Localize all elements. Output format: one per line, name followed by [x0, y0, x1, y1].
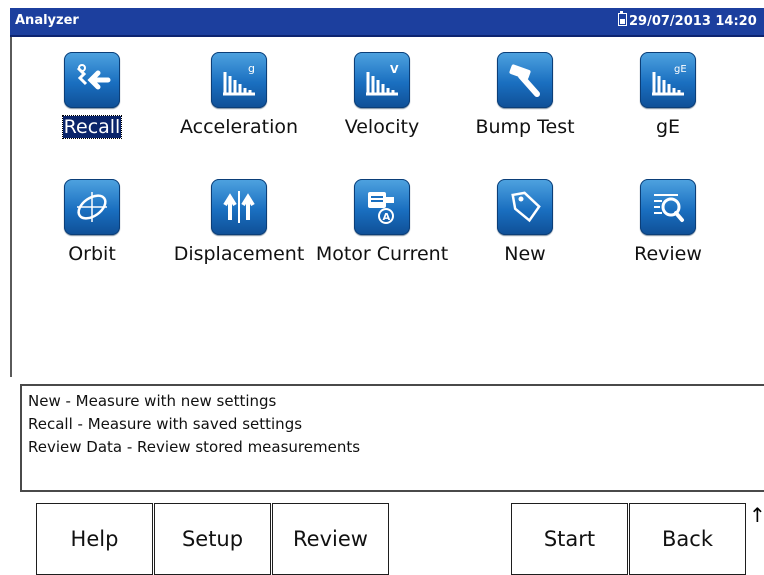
svg-text:V: V — [390, 63, 399, 76]
ge-label: gE — [655, 116, 681, 138]
tag-icon — [497, 179, 553, 235]
recall-icon — [64, 52, 120, 108]
svg-text:gE: gE — [674, 64, 687, 75]
review-tile[interactable]: Review — [598, 179, 738, 265]
datetime: 29/07/2013 14:20 — [629, 14, 757, 29]
acceleration-tile[interactable]: g Acceleration — [169, 52, 309, 138]
function-panel: Recall g Acceleration V Velocity Bump Te… — [10, 37, 764, 377]
app-title: Analyzer — [15, 13, 79, 28]
status-area: 29/07/2013 14:20 — [618, 11, 757, 29]
bump-test-tile[interactable]: Bump Test — [455, 52, 595, 138]
motor-current-icon: A — [354, 179, 410, 235]
back-button[interactable]: Back — [629, 503, 746, 575]
ge-icon: gE — [640, 52, 696, 108]
description-line: New - Measure with new settings — [28, 392, 277, 410]
title-bar: Analyzer 29/07/2013 14:20 — [10, 8, 764, 37]
new-label: New — [504, 243, 546, 265]
recall-tile[interactable]: Recall — [22, 52, 162, 139]
review-button[interactable]: Review — [272, 503, 389, 575]
svg-text:g: g — [248, 62, 255, 75]
description-line: Review Data - Review stored measurements — [28, 438, 361, 456]
start-button[interactable]: Start — [511, 503, 628, 575]
ge-tile[interactable]: gE gE — [598, 52, 738, 138]
motor-current-label: Motor Current — [315, 243, 449, 265]
scroll-up-icon[interactable]: ↑ — [749, 503, 764, 527]
velocity-label: Velocity — [344, 116, 420, 138]
recall-label: Recall — [61, 115, 123, 139]
displacement-label: Displacement — [173, 243, 305, 265]
new-tile[interactable]: New — [455, 179, 595, 265]
acceleration-label: Acceleration — [179, 116, 299, 138]
svg-text:A: A — [383, 212, 391, 223]
bump-test-label: Bump Test — [475, 116, 575, 138]
review-icon — [640, 179, 696, 235]
displacement-icon — [211, 179, 267, 235]
displacement-tile[interactable]: Displacement — [169, 179, 309, 265]
orbit-tile[interactable]: Orbit — [22, 179, 162, 265]
orbit-icon — [64, 179, 120, 235]
description-line: Recall - Measure with saved settings — [28, 415, 303, 433]
velocity-tile[interactable]: V Velocity — [312, 52, 452, 138]
hammer-icon — [497, 52, 553, 108]
review-label: Review — [634, 243, 702, 265]
velocity-icon: V — [354, 52, 410, 108]
orbit-label: Orbit — [68, 243, 116, 265]
acceleration-icon: g — [211, 52, 267, 108]
setup-button[interactable]: Setup — [154, 503, 271, 575]
motor-current-tile[interactable]: A Motor Current — [312, 179, 452, 265]
description-pane: New - Measure with new settings Recall -… — [20, 384, 764, 492]
battery-icon — [618, 11, 627, 26]
help-button[interactable]: Help — [36, 503, 153, 575]
